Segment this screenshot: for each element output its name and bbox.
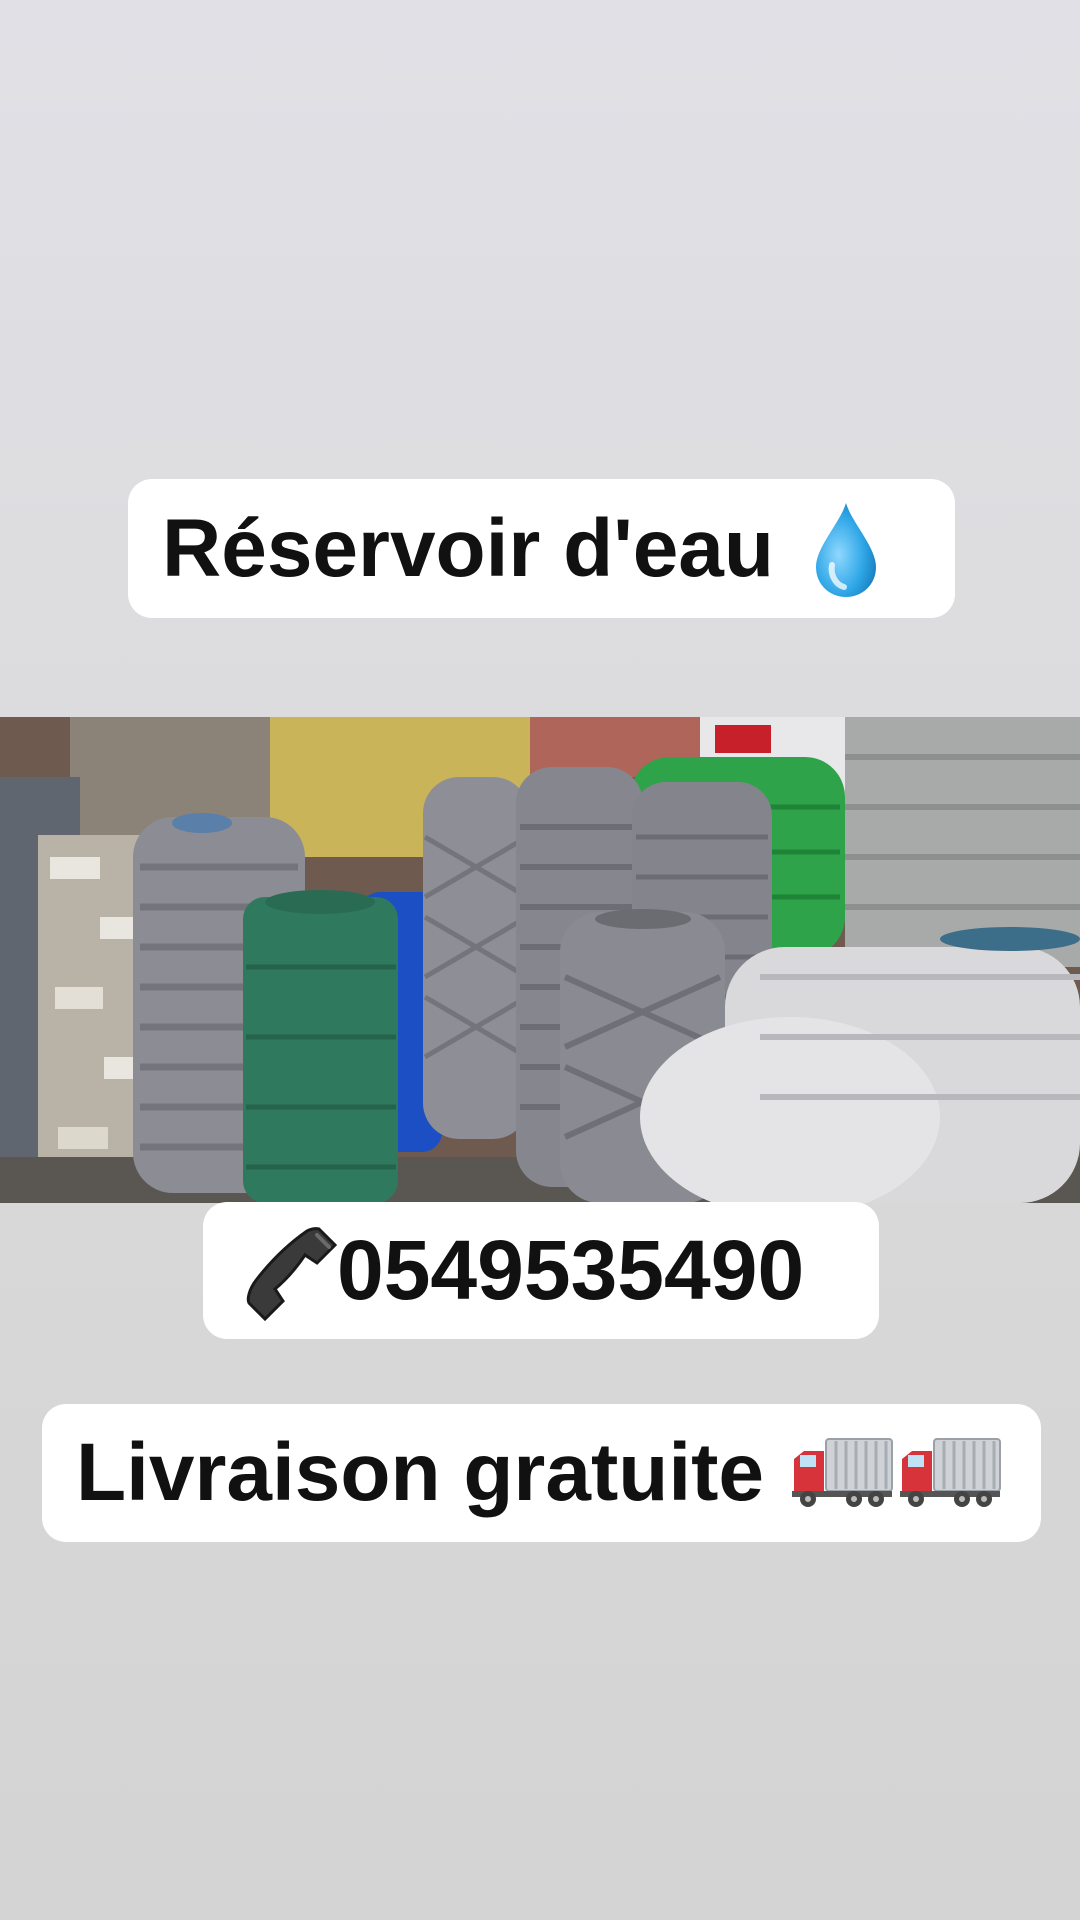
- delivery-pill: Livraison gratuite: [42, 1404, 1041, 1542]
- title-pill: Réservoir d'eau: [128, 479, 955, 618]
- water-drop-icon: [810, 499, 882, 599]
- truck-emojis: [790, 1433, 1002, 1513]
- telephone-receiver-icon: [237, 1221, 337, 1321]
- delivery-text: Livraison gratuite: [76, 1427, 765, 1518]
- title-text: Réservoir d'eau: [162, 502, 774, 594]
- water-tanks-photo: [0, 717, 1080, 1217]
- delivery-truck-icon: [790, 1433, 894, 1513]
- phone-number[interactable]: 0549535490: [337, 1222, 804, 1319]
- delivery-truck-icon: [898, 1433, 1002, 1513]
- phone-pill[interactable]: 0549535490: [203, 1202, 879, 1339]
